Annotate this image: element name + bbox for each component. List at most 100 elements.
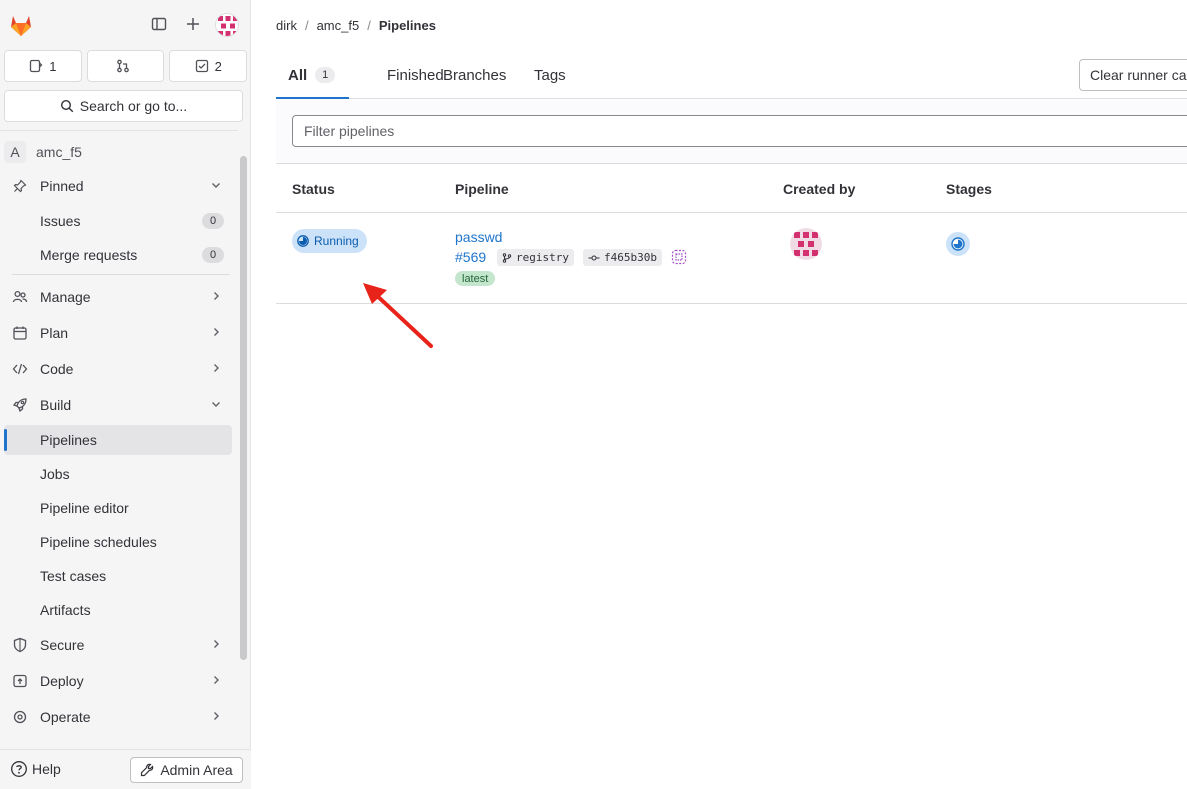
sidebar-item-build[interactable]: Build (4, 390, 232, 420)
commit-sha: f465b30b (604, 251, 657, 264)
admin-area-button[interactable]: Admin Area (130, 757, 243, 783)
sidebar-item-label: Build (40, 397, 72, 413)
table-header-divider (276, 212, 1187, 213)
sidebar-item-label: Test cases (40, 568, 107, 584)
sidebar-item-label: Merge requests (40, 247, 138, 263)
search-icon (60, 99, 74, 113)
branch-icon (502, 252, 512, 263)
annotation-arrow-icon (363, 283, 433, 348)
stage-running-button[interactable] (946, 232, 970, 256)
chevron-right-icon (214, 676, 219, 684)
sidebar-item-secure[interactable]: Secure (4, 630, 232, 660)
merge-requests-count-badge: 0 (202, 247, 224, 263)
clear-runner-caches-button[interactable]: Clear runner caches (1079, 59, 1187, 91)
cloud-gear-icon (12, 709, 28, 725)
sidebar-item-merge-requests[interactable]: Merge requests 0 (4, 240, 232, 270)
users-icon (12, 289, 28, 305)
branch-ref-chip[interactable]: registry (497, 249, 574, 266)
sidebar-toggle-icon[interactable] (149, 14, 169, 34)
issues-counter-button[interactable]: 1 (4, 50, 82, 82)
chevron-down-icon (212, 183, 220, 188)
branch-name: registry (516, 251, 569, 264)
status-badge[interactable]: Running (292, 229, 367, 253)
tab-count-badge: 1 (315, 67, 336, 83)
help-label: Help (32, 761, 61, 777)
sidebar-item-label: Operate (40, 709, 91, 725)
project-link[interactable]: A amc_f5 (4, 141, 82, 163)
tab-finished[interactable]: Finished (387, 52, 444, 98)
sidebar-item-label: Pipeline editor (40, 500, 129, 516)
commit-sha-chip[interactable]: f465b30b (583, 249, 662, 266)
search-button[interactable]: Search or go to... (4, 90, 243, 122)
todo-counter-button[interactable]: 2 (169, 50, 248, 82)
pipeline-tabs: All 1 Finished Branches Tags (275, 52, 1187, 99)
filter-pipelines-input[interactable] (292, 115, 1187, 147)
shield-icon (12, 637, 28, 653)
chevron-right-icon (214, 292, 219, 300)
sidebar-item-pipelines[interactable]: Pipelines (4, 425, 232, 455)
breadcrumb: dirk / amc_f5 / Pipelines (276, 18, 436, 33)
tab-label: All (288, 66, 308, 84)
breadcrumb-item-project[interactable]: amc_f5 (317, 18, 360, 33)
sidebar-item-plan[interactable]: Plan (4, 318, 232, 348)
sidebar-item-artifacts[interactable]: Artifacts (4, 595, 232, 625)
issues-count: 1 (49, 58, 57, 74)
column-header-pipeline: Pipeline (455, 181, 509, 197)
sidebar-item-jobs[interactable]: Jobs (4, 459, 232, 489)
sidebar-item-test-cases[interactable]: Test cases (4, 561, 232, 591)
sidebar-item-operate[interactable]: Operate (4, 702, 232, 732)
sidebar-item-code[interactable]: Code (4, 354, 232, 384)
help-button[interactable]: Help (10, 760, 61, 778)
sidebar-item-label: Plan (40, 325, 69, 341)
commit-author-avatar-icon[interactable] (671, 249, 687, 265)
tab-label: Finished (387, 66, 444, 84)
sidebar-item-label: Artifacts (40, 602, 91, 618)
sidebar-item-manage[interactable]: Manage (4, 282, 232, 312)
todo-count: 2 (214, 58, 222, 74)
counter-row: 1 2 (4, 50, 248, 82)
breadcrumb-separator: / (304, 18, 309, 33)
chevron-right-icon (214, 712, 219, 720)
create-new-icon[interactable] (183, 14, 203, 34)
sidebar-item-deploy[interactable]: Deploy (4, 666, 232, 696)
deploy-icon (12, 673, 28, 689)
sidebar-item-pinned[interactable]: Pinned (4, 171, 232, 201)
sidebar-item-label: Code (40, 361, 74, 377)
project-name: amc_f5 (36, 144, 82, 160)
running-icon (951, 237, 965, 251)
creator-avatar[interactable] (790, 228, 822, 260)
pipeline-name-link[interactable]: passwd (455, 229, 502, 245)
tab-all[interactable]: All 1 (275, 52, 350, 99)
chevron-right-icon (214, 640, 219, 648)
sidebar-scrollbar[interactable] (240, 156, 247, 660)
main-content: dirk / amc_f5 / Pipelines All 1 Finished… (252, 0, 1187, 789)
sidebar: 1 2 Search or go to... A amc_f5 Pinned I… (0, 0, 251, 789)
code-icon (12, 361, 28, 377)
sidebar-item-label: Jobs (40, 466, 70, 482)
pipeline-id-link[interactable]: #569 (455, 249, 486, 265)
search-label: Search or go to... (79, 98, 188, 114)
sidebar-item-label: Deploy (40, 673, 84, 689)
sidebar-item-pipeline-editor[interactable]: Pipeline editor (4, 493, 232, 523)
merge-requests-counter-button[interactable] (86, 50, 165, 82)
wrench-icon (141, 763, 154, 777)
column-header-created-by: Created by (783, 181, 856, 197)
breadcrumb-item-current[interactable]: Pipelines (379, 18, 436, 33)
chevron-right-icon (214, 364, 219, 372)
gitlab-logo-icon[interactable] (8, 12, 34, 38)
breadcrumb-item-group[interactable]: dirk (276, 18, 297, 33)
tab-branches[interactable]: Branches (443, 52, 506, 98)
sidebar-header (0, 0, 251, 50)
tab-tags[interactable]: Tags (534, 52, 566, 98)
sidebar-item-label: Pinned (40, 178, 84, 194)
sidebar-item-issues[interactable]: Issues 0 (4, 206, 232, 236)
issues-count-badge: 0 (202, 213, 224, 229)
running-icon (297, 235, 309, 247)
user-avatar[interactable] (215, 13, 239, 37)
sidebar-item-pipeline-schedules[interactable]: Pipeline schedules (4, 527, 232, 557)
sidebar-item-label: Issues (40, 213, 81, 229)
latest-badge: latest (455, 271, 496, 286)
project-avatar: A (4, 141, 26, 163)
question-icon (11, 761, 27, 777)
sidebar-item-label: Secure (40, 637, 85, 653)
